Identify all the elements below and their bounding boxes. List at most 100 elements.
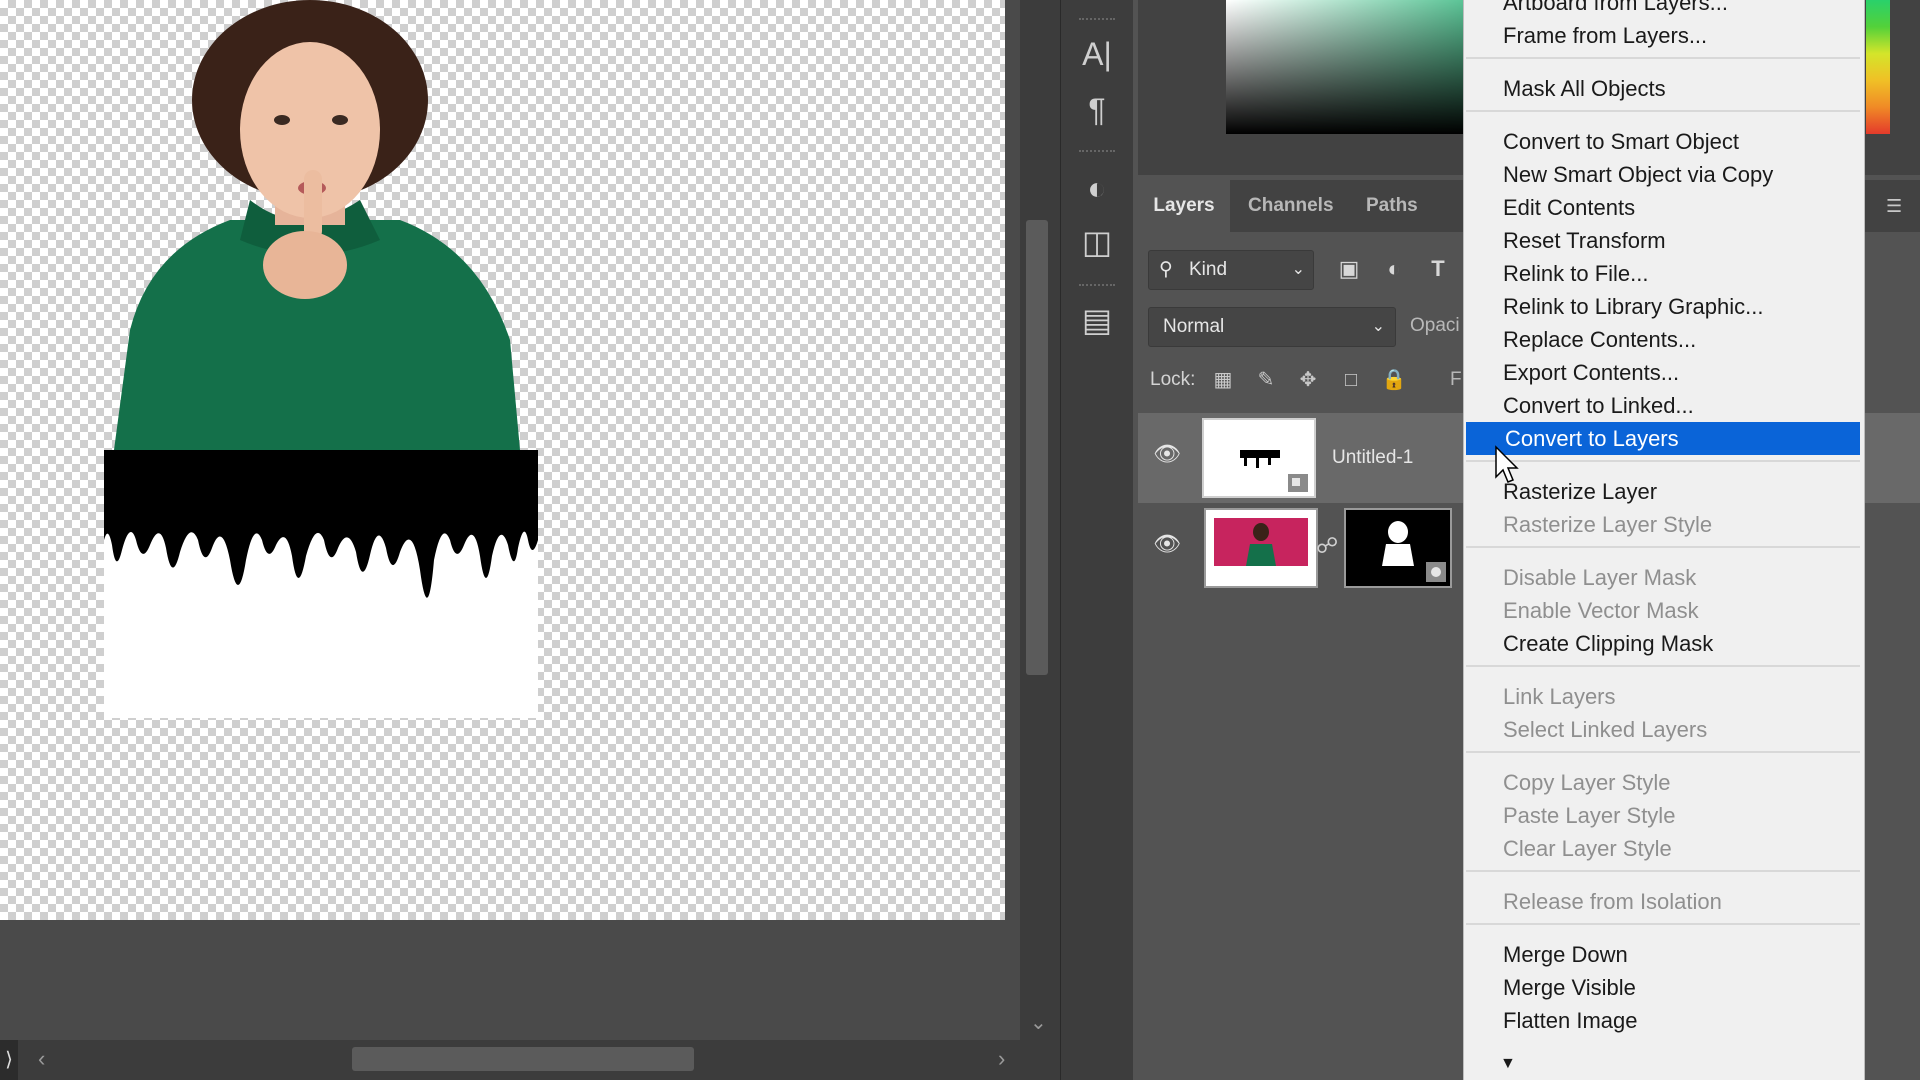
menu-item-rasterize-layer[interactable]: Rasterize Layer: [1464, 475, 1862, 508]
menu-item-label: Convert to Linked...: [1503, 393, 1694, 418]
menu-more-arrow-icon[interactable]: ▼: [1500, 1055, 1516, 1073]
menu-item-rasterize-layer-style: Rasterize Layer Style: [1464, 508, 1862, 541]
menu-item-relink-to-file[interactable]: Relink to File...: [1464, 257, 1862, 290]
menu-item-merge-visible[interactable]: Merge Visible: [1464, 971, 1862, 1004]
pixel-filter-icon[interactable]: ▣: [1336, 256, 1362, 282]
menu-item-reset-transform[interactable]: Reset Transform: [1464, 224, 1862, 257]
menu-item-label: Link Layers: [1503, 684, 1616, 709]
menu-item-export-contents[interactable]: Export Contents...: [1464, 356, 1862, 389]
tab-layers[interactable]: Layers: [1138, 180, 1230, 232]
horizontal-scroll-thumb[interactable]: [352, 1047, 694, 1071]
menu-item-release-from-isolation: Release from Isolation: [1464, 885, 1862, 918]
horizontal-scrollbar[interactable]: ⟩ ‹ ›: [0, 1040, 1060, 1080]
context-menu: Artboard from Layers... Frame from Layers…: [1463, 0, 1865, 1080]
libraries-panel-icon[interactable]: ▤: [1079, 302, 1115, 338]
panel-collapse-icon[interactable]: ⟩: [0, 1040, 18, 1080]
menu-item-paste-layer-style: Paste Layer Style: [1464, 799, 1862, 832]
menu-item-label: Paste Layer Style: [1503, 803, 1676, 828]
panel-menu-icon[interactable]: ☰: [1886, 197, 1906, 215]
menu-item-label: Convert to Smart Object: [1503, 129, 1739, 154]
strip-grip[interactable]: [1079, 18, 1115, 26]
menu-item-convert-to-smart-object[interactable]: Convert to Smart Object: [1464, 125, 1862, 158]
menu-item-artboard-from-layers[interactable]: Artboard from Layers...: [1464, 0, 1862, 19]
menu-item-label: Release from Isolation: [1503, 889, 1722, 914]
menu-item-copy-layer-style: Copy Layer Style: [1464, 766, 1862, 799]
adjustments-panel-icon[interactable]: ◐: [1079, 170, 1115, 206]
menu-item-label: Edit Contents: [1503, 195, 1636, 220]
layer-thumbnail[interactable]: [1202, 418, 1316, 498]
search-icon: ⚲: [1159, 259, 1173, 280]
menu-item-label: Create Clipping Mask: [1503, 631, 1714, 656]
menu-item-flatten-image[interactable]: Flatten Image: [1464, 1004, 1862, 1037]
menu-item-create-clipping-mask[interactable]: Create Clipping Mask: [1464, 627, 1862, 660]
menu-item-replace-contents[interactable]: Replace Contents...: [1464, 323, 1862, 356]
canvas-area[interactable]: ⌄ ⟩ ‹ ›: [0, 0, 1060, 1080]
chevron-down-icon: ⌄: [1291, 261, 1305, 278]
type-filter-icon[interactable]: T: [1425, 256, 1451, 282]
menu-item-label: Relink to File...: [1503, 261, 1649, 286]
lock-artboard-icon[interactable]: □: [1338, 367, 1364, 393]
properties-panel-icon[interactable]: ◫: [1079, 224, 1115, 260]
chevron-down-icon: ⌄: [1371, 318, 1385, 335]
menu-item-label: Rasterize Layer: [1503, 479, 1658, 504]
tab-paths[interactable]: Paths: [1366, 180, 1418, 232]
vertical-scroll-thumb[interactable]: [1026, 220, 1048, 675]
menu-item-frame-from-layers[interactable]: Frame from Layers...: [1464, 19, 1862, 52]
menu-item-select-linked-layers: Select Linked Layers: [1464, 713, 1862, 746]
fill-label: F: [1450, 369, 1462, 390]
hue-slider[interactable]: [1866, 0, 1890, 134]
document-canvas[interactable]: [0, 0, 1005, 920]
menu-item-label: Merge Visible: [1503, 975, 1636, 1000]
adjustment-filter-icon[interactable]: ◐: [1381, 256, 1407, 282]
menu-item-label: Replace Contents...: [1503, 327, 1697, 352]
lock-move-icon[interactable]: ✥: [1295, 367, 1321, 393]
scroll-left-icon[interactable]: ‹: [38, 1046, 45, 1072]
canvas-artwork: [104, 0, 538, 718]
image-thumbnail-art: [1214, 518, 1308, 566]
menu-separator: [1466, 546, 1860, 548]
link-chain-icon[interactable]: ☍: [1316, 533, 1338, 559]
menu-item-link-layers: Link Layers: [1464, 680, 1862, 713]
scroll-down-icon[interactable]: ⌄: [1030, 1010, 1047, 1035]
lock-label: Lock:: [1150, 369, 1196, 390]
menu-item-enable-vector-mask: Enable Vector Mask: [1464, 594, 1862, 627]
menu-separator: [1466, 110, 1860, 112]
menu-item-merge-down[interactable]: Merge Down: [1464, 938, 1862, 971]
menu-item-disable-layer-mask: Disable Layer Mask: [1464, 561, 1862, 594]
opacity-label: Opaci: [1410, 315, 1460, 336]
tab-channels[interactable]: Channels: [1248, 180, 1334, 232]
paragraph-panel-icon[interactable]: ¶: [1079, 92, 1115, 128]
menu-separator: [1466, 923, 1860, 925]
filter-kind-select[interactable]: ⚲ Kind ⌄: [1148, 250, 1314, 290]
lock-paint-icon[interactable]: ✎: [1253, 367, 1279, 393]
visibility-eye-icon[interactable]: 👁: [1152, 533, 1182, 555]
character-panel-icon[interactable]: A|: [1079, 36, 1115, 72]
menu-item-label: Export Contents...: [1503, 360, 1680, 385]
scroll-right-icon[interactable]: ›: [998, 1046, 1005, 1072]
menu-item-new-smart-object-via-copy[interactable]: New Smart Object via Copy: [1464, 158, 1862, 191]
menu-item-label: Reset Transform: [1503, 228, 1666, 253]
menu-item-convert-to-linked[interactable]: Convert to Linked...: [1464, 389, 1862, 422]
panel-tool-strip: A| ¶ ◐ ◫ ▤: [1060, 0, 1133, 1080]
visibility-eye-icon[interactable]: 👁: [1152, 443, 1182, 465]
strip-grip[interactable]: [1079, 150, 1115, 158]
layer-mask-thumbnail[interactable]: [1344, 508, 1452, 588]
menu-item-label: Relink to Library Graphic...: [1503, 294, 1764, 319]
blend-mode-select[interactable]: Normal ⌄: [1148, 307, 1396, 347]
menu-item-convert-to-layers[interactable]: Convert to Layers: [1466, 422, 1860, 455]
strip-grip[interactable]: [1079, 284, 1115, 292]
vertical-scrollbar[interactable]: ⌄: [1020, 0, 1060, 1040]
layer-name[interactable]: Untitled-1: [1332, 413, 1413, 503]
menu-item-label: Disable Layer Mask: [1503, 565, 1697, 590]
lock-all-icon[interactable]: 🔒: [1381, 367, 1407, 393]
menu-separator: [1466, 665, 1860, 667]
menu-item-mask-all-objects[interactable]: Mask All Objects: [1464, 72, 1862, 105]
menu-item-relink-to-library-graphic[interactable]: Relink to Library Graphic...: [1464, 290, 1862, 323]
layer-thumbnail[interactable]: [1204, 508, 1318, 588]
lock-transparent-icon[interactable]: ▦: [1210, 367, 1236, 393]
menu-item-label: Merge Down: [1503, 942, 1628, 967]
menu-item-edit-contents[interactable]: Edit Contents: [1464, 191, 1862, 224]
blend-mode-value: Normal: [1163, 316, 1225, 337]
menu-item-label: Rasterize Layer Style: [1503, 512, 1713, 537]
mouse-cursor-icon: [1495, 445, 1519, 483]
